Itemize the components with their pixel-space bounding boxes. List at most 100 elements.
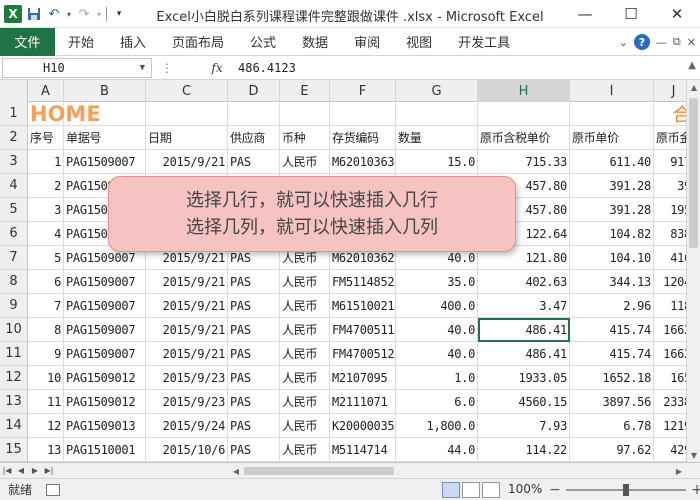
help-icon[interactable]: ? — [633, 34, 650, 50]
workbook-close-icon[interactable]: ✕ — [687, 36, 696, 49]
table-header-cell[interactable]: 单据号 — [64, 126, 146, 150]
table-cell[interactable]: 1662 — [654, 318, 686, 342]
scroll-up-icon[interactable]: ▲ — [687, 80, 700, 94]
table-cell[interactable]: PAG1509012 — [64, 366, 146, 390]
table-cell[interactable]: PAG1509007 — [64, 318, 146, 342]
vertical-scroll-thumb[interactable] — [689, 98, 698, 248]
table-cell[interactable]: 6.78 — [570, 414, 654, 438]
table-cell[interactable]: 1219 — [654, 414, 686, 438]
workbook-restore-icon[interactable]: ⧉ — [673, 35, 681, 49]
table-cell[interactable]: 429 — [654, 438, 686, 462]
table-cell[interactable]: 11 — [28, 390, 64, 414]
tab-page-layout[interactable]: 页面布局 — [159, 28, 237, 56]
row-header[interactable]: 12 — [0, 366, 28, 390]
table-cell[interactable]: PAG1509012 — [64, 390, 146, 414]
table-cell[interactable]: 611.40 — [570, 150, 654, 174]
table-cell[interactable]: FM4700511 — [330, 318, 396, 342]
last-sheet-icon[interactable]: ▶| — [42, 466, 56, 475]
table-cell[interactable]: PAS — [228, 390, 280, 414]
table-cell[interactable]: PAS — [228, 318, 280, 342]
table-cell[interactable]: 3897.56 — [570, 390, 654, 414]
next-sheet-icon[interactable]: ▶ — [28, 466, 42, 475]
column-header[interactable]: B — [64, 80, 146, 102]
ribbon-collapse-icon[interactable]: ⌄ — [619, 36, 628, 49]
table-cell[interactable]: 7 — [28, 294, 64, 318]
table-cell[interactable]: 40.0 — [396, 318, 478, 342]
table-cell[interactable]: 104.10 — [570, 246, 654, 270]
table-cell[interactable]: 人民币 — [280, 342, 330, 366]
table-cell[interactable]: 4560.15 — [478, 390, 570, 414]
tab-home[interactable]: 开始 — [55, 28, 107, 56]
table-cell[interactable]: FM4700512 — [330, 342, 396, 366]
table-header-cell[interactable]: 供应商 — [228, 126, 280, 150]
row-header[interactable]: 1 — [0, 102, 28, 126]
page-break-view-icon[interactable] — [482, 482, 500, 498]
column-header[interactable]: H — [478, 80, 570, 102]
table-cell[interactable]: PAG1509007 — [64, 270, 146, 294]
cell[interactable] — [570, 102, 654, 126]
table-cell[interactable]: 人民币 — [280, 150, 330, 174]
undo-icon[interactable]: ↶ — [46, 4, 62, 24]
table-cell[interactable]: 165 — [654, 366, 686, 390]
table-cell[interactable]: 7.93 — [478, 414, 570, 438]
row-header[interactable]: 14 — [0, 414, 28, 438]
column-header[interactable]: D — [228, 80, 280, 102]
row-header[interactable]: 7 — [0, 246, 28, 270]
table-header-cell[interactable]: 原币单价 — [570, 126, 654, 150]
cell[interactable] — [64, 102, 146, 126]
table-cell[interactable]: 5 — [28, 246, 64, 270]
column-header[interactable]: E — [280, 80, 330, 102]
table-header-cell[interactable]: 原币含税单价 — [478, 126, 570, 150]
maximize-icon[interactable]: ☐ — [608, 0, 654, 28]
tab-data[interactable]: 数据 — [289, 28, 341, 56]
column-header[interactable]: J — [654, 80, 686, 102]
table-cell[interactable]: 2.96 — [570, 294, 654, 318]
table-cell[interactable]: M62010363 — [330, 150, 396, 174]
first-sheet-icon[interactable]: |◀ — [0, 466, 14, 475]
table-cell[interactable]: 6 — [28, 270, 64, 294]
table-cell[interactable]: 6.0 — [396, 390, 478, 414]
table-cell[interactable]: 35.0 — [396, 270, 478, 294]
cell[interactable] — [228, 102, 280, 126]
tab-formulas[interactable]: 公式 — [237, 28, 289, 56]
table-cell[interactable]: 2015/9/24 — [146, 414, 228, 438]
table-cell[interactable]: 400.0 — [396, 294, 478, 318]
table-cell[interactable]: 1 — [28, 150, 64, 174]
worksheet-grid[interactable]: ABCDEFGHIJ 1 HOME 合 2 序号 单据号 日期 供应商 币种 存货编码 数量 原币含税… — [0, 80, 686, 462]
scroll-down-icon[interactable]: ▼ — [687, 448, 700, 462]
table-cell[interactable]: PAG1509007 — [64, 150, 146, 174]
table-cell[interactable]: 1933.05 — [478, 366, 570, 390]
table-cell[interactable]: 人民币 — [280, 318, 330, 342]
save-icon[interactable] — [26, 4, 42, 24]
table-cell[interactable]: 2015/9/21 — [146, 342, 228, 366]
table-cell[interactable]: M5114714 — [330, 438, 396, 462]
table-header-cell[interactable]: 币种 — [280, 126, 330, 150]
table-cell[interactable]: 10 — [28, 366, 64, 390]
table-cell[interactable]: M61510021 — [330, 294, 396, 318]
table-cell[interactable]: PAS — [228, 342, 280, 366]
zoom-in-button[interactable]: + — [690, 482, 700, 498]
table-header-cell[interactable]: 数量 — [396, 126, 478, 150]
table-cell[interactable]: 2015/10/6 — [146, 438, 228, 462]
row-header[interactable]: 15 — [0, 438, 28, 462]
cell[interactable] — [280, 102, 330, 126]
home-link[interactable]: HOME — [28, 102, 101, 126]
table-cell[interactable]: 2 — [28, 174, 64, 198]
table-cell[interactable]: M2107095 — [330, 366, 396, 390]
table-cell[interactable]: 人民币 — [280, 414, 330, 438]
table-cell[interactable]: PAS — [228, 150, 280, 174]
table-cell[interactable]: PAS — [228, 366, 280, 390]
table-cell[interactable]: PAS — [228, 270, 280, 294]
horizontal-scroll-thumb[interactable] — [244, 467, 394, 475]
column-header[interactable]: F — [330, 80, 396, 102]
table-cell[interactable]: 9 — [28, 342, 64, 366]
row-header[interactable]: 6 — [0, 222, 28, 246]
table-cell[interactable]: 1662 — [654, 342, 686, 366]
column-header[interactable]: A — [28, 80, 64, 102]
table-cell[interactable]: 402.63 — [478, 270, 570, 294]
row-header[interactable]: 2 — [0, 126, 28, 150]
tab-insert[interactable]: 插入 — [107, 28, 159, 56]
select-all-corner[interactable] — [0, 80, 28, 102]
table-cell[interactable]: 3 — [28, 198, 64, 222]
prev-sheet-icon[interactable]: ◀ — [14, 466, 28, 475]
